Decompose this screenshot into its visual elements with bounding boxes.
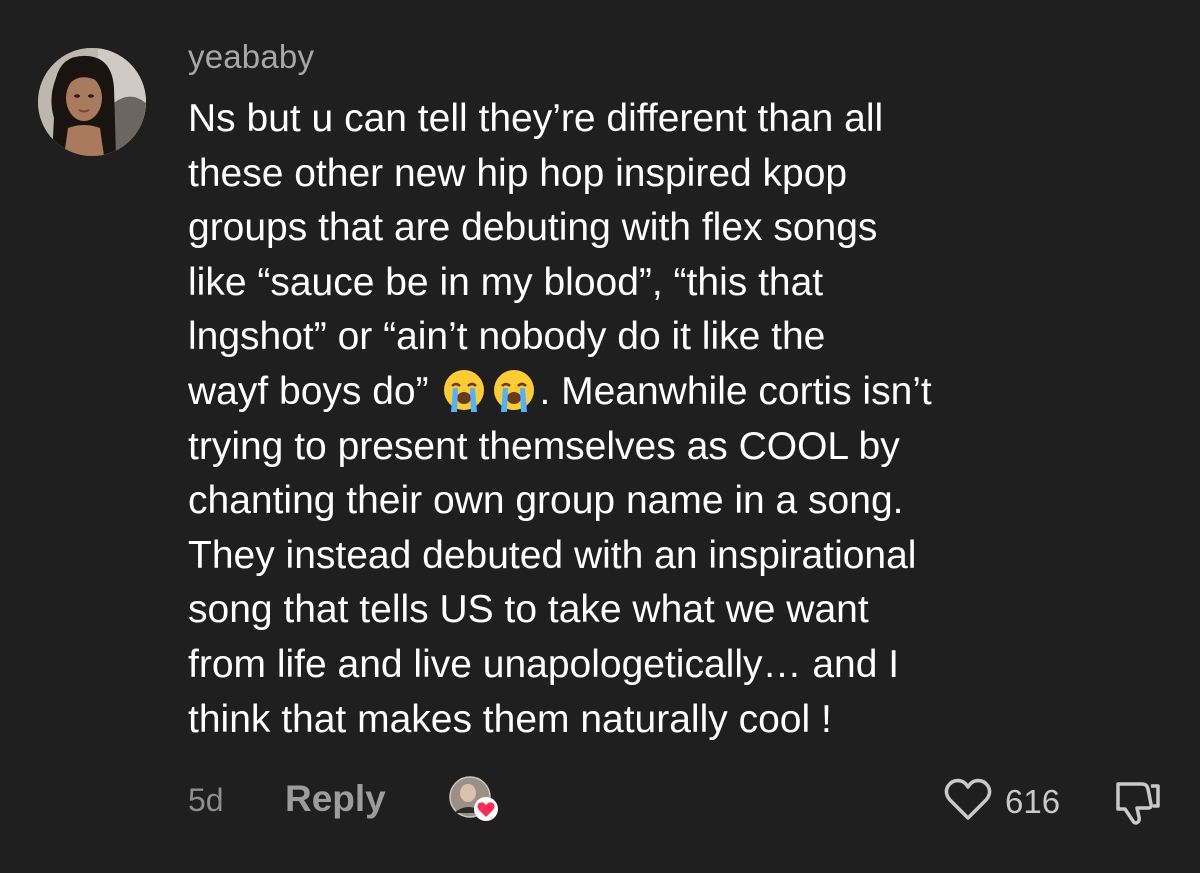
comment-line: They instead debuted with an inspiration… [188,533,917,577]
heart-outline-icon [944,778,992,820]
comment-line: groups that are debuting with flex songs [188,206,878,250]
comment-timestamp: 5d [188,782,224,818]
comment-line: from life and live unapologetically… and… [188,642,900,686]
comment-line: these other new hip hop inspired kpop [188,151,848,195]
comment-line-part: . Meanwhile cortis isn’t [539,369,932,413]
comment-line: trying to present themselves as COOL by [188,424,900,468]
comment-body: Ns but u can tell they’re different than… [188,92,1178,747]
comment-line: lngshot” or “ain’t nobody do it like the [188,315,826,359]
like-count: 616 [1005,783,1061,820]
comment-username[interactable]: yeababy [188,38,314,76]
thumbs-down-icon[interactable] [1110,776,1162,828]
comment-line: Ns but u can tell they’re different than… [188,97,884,140]
comment-line-with-emoji: wayf boys do” . Meanwhile cortis isn’t [188,365,1178,420]
comment-line: like “sauce be in my blood”, “this that [188,260,824,304]
comment-item: yeababy Ns but u can tell they’re differ… [0,0,1200,873]
creator-liked-badge-icon [449,776,498,821]
comment-line: chanting their own group name in a song. [188,479,904,523]
loudly-crying-face-icon [444,369,485,412]
like-button[interactable]: 616 [943,776,1060,826]
comment-line: think that makes them naturally cool ! [188,697,832,741]
user-avatar[interactable] [38,48,146,156]
comment-footer: 5d Reply 616 [0,770,1200,830]
comment-line: song that tells US to take what we want [188,588,869,632]
avatar-photo [38,48,146,156]
loudly-crying-face-icon [494,369,535,412]
reply-button[interactable]: Reply [285,778,386,820]
comment-line-part: wayf boys do” [188,369,429,413]
